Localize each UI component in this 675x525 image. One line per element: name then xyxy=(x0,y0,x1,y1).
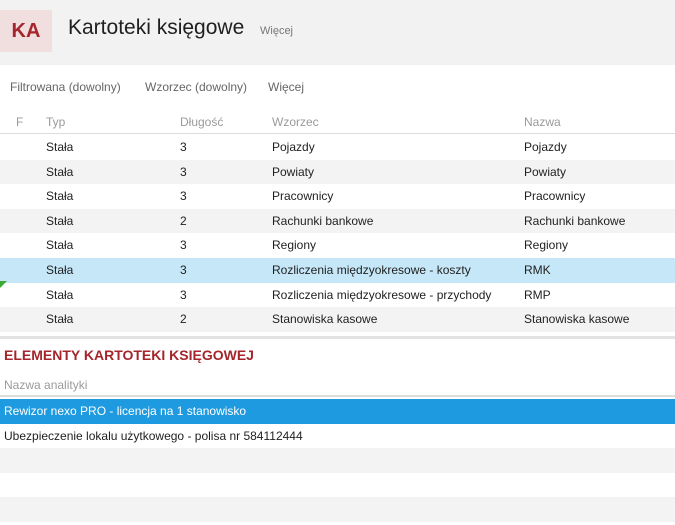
page-title: Kartoteki księgowe xyxy=(68,16,245,39)
filter-bar: Filtrowana (dowolny) Wzorzec (dowolny) W… xyxy=(0,76,675,98)
pattern-dropdown[interactable]: Wzorzec (dowolny) xyxy=(145,80,247,94)
cell-wzorzec: Rachunki bankowe xyxy=(272,213,374,228)
table-row[interactable]: Stała 3 Pracownicy Pracownicy xyxy=(0,184,675,209)
column-header-f[interactable]: F xyxy=(16,115,23,129)
grid-body: Stała 3 Pojazdy Pojazdy Stała 3 Powiaty … xyxy=(0,135,675,332)
cell-typ: Stała xyxy=(46,262,74,277)
cell-nazwa: Pojazdy xyxy=(524,140,567,154)
cell-dlugosc: 2 xyxy=(180,312,187,327)
grid-header: F Typ Długość Wzorzec Nazwa xyxy=(0,110,675,134)
cell-dlugosc: 3 xyxy=(180,189,187,204)
list-item-empty[interactable] xyxy=(0,473,675,498)
column-header-wzorzec[interactable]: Wzorzec xyxy=(272,115,319,129)
cell-typ: Stała xyxy=(46,312,74,327)
page-header: KA Kartoteki księgowe Więcej xyxy=(0,0,675,65)
table-row-selected[interactable]: Stała 3 Rozliczenia międzyokresowe - kos… xyxy=(0,257,675,283)
section-divider[interactable] xyxy=(0,336,675,339)
list-item-empty[interactable] xyxy=(0,448,675,473)
list-item[interactable]: Ubezpieczenie lokalu użytkowego - polisa… xyxy=(0,424,675,449)
cell-dlugosc: 3 xyxy=(180,287,187,302)
cell-typ: Stała xyxy=(46,238,74,253)
cell-nazwa: Rachunki bankowe xyxy=(524,213,626,228)
table-row[interactable]: Stała 2 Stanowiska kasowe Stanowiska kas… xyxy=(0,307,675,332)
table-row[interactable]: Stała 3 Pojazdy Pojazdy xyxy=(0,135,675,160)
cell-dlugosc: 3 xyxy=(180,262,187,277)
list-item-empty xyxy=(0,497,675,522)
cell-nazwa-analityki: Ubezpieczenie lokalu użytkowego - polisa… xyxy=(4,428,303,443)
header-more-link[interactable]: Więcej xyxy=(260,25,293,37)
elements-grid-body: Rewizor nexo PRO - licencja na 1 stanowi… xyxy=(0,399,675,522)
column-header-nazwa-analityki[interactable]: Nazwa analityki xyxy=(4,378,87,392)
cell-wzorzec: Pojazdy xyxy=(272,140,315,154)
cell-nazwa-analityki: Rewizor nexo PRO - licencja na 1 stanowi… xyxy=(4,404,247,418)
list-item-selected[interactable]: Rewizor nexo PRO - licencja na 1 stanowi… xyxy=(0,399,675,424)
cell-wzorzec: Pracownicy xyxy=(272,189,334,204)
column-header-dlugosc[interactable]: Długość xyxy=(180,115,223,129)
cell-wzorzec: Powiaty xyxy=(272,164,315,179)
cell-typ: Stała xyxy=(46,164,74,179)
filter-more-link[interactable]: Więcej xyxy=(268,80,304,94)
column-header-nazwa[interactable]: Nazwa xyxy=(524,115,561,129)
column-header-typ[interactable]: Typ xyxy=(46,115,65,129)
filter-dropdown[interactable]: Filtrowana (dowolny) xyxy=(10,80,121,94)
cell-typ: Stała xyxy=(46,213,74,228)
cell-nazwa: Pracownicy xyxy=(524,189,586,204)
cell-dlugosc: 3 xyxy=(180,238,187,253)
table-row[interactable]: Stała 3 Regiony Regiony xyxy=(0,233,675,258)
cell-dlugosc: 2 xyxy=(180,213,187,228)
elements-grid-header: Nazwa analityki xyxy=(0,373,675,397)
cell-typ: Stała xyxy=(46,189,74,204)
cell-wzorzec: Regiony xyxy=(272,238,317,253)
cell-typ: Stała xyxy=(46,140,74,154)
cell-dlugosc: 3 xyxy=(180,140,187,154)
table-row[interactable]: Stała 3 Rozliczenia międzyokresowe - prz… xyxy=(0,283,675,308)
cell-wzorzec: Rozliczenia międzyokresowe - przychody xyxy=(272,287,492,302)
table-row[interactable]: Stała 3 Powiaty Powiaty xyxy=(0,159,675,185)
cell-nazwa: RMK xyxy=(524,262,551,277)
cell-nazwa: RMP xyxy=(524,287,551,302)
cell-wzorzec: Stanowiska kasowe xyxy=(272,312,378,327)
row-marker-icon xyxy=(0,281,7,288)
cell-dlugosc: 3 xyxy=(180,164,187,179)
module-badge: KA xyxy=(0,10,52,52)
cell-nazwa: Stanowiska kasowe xyxy=(524,312,630,327)
cell-nazwa: Powiaty xyxy=(524,164,567,179)
cell-wzorzec: Rozliczenia międzyokresowe - koszty xyxy=(272,262,471,277)
table-row[interactable]: Stała 2 Rachunki bankowe Rachunki bankow… xyxy=(0,208,675,234)
cell-typ: Stała xyxy=(46,287,74,302)
section-title: ELEMENTY KARTOTEKI KSIĘGOWEJ xyxy=(4,347,254,363)
cell-nazwa: Regiony xyxy=(524,238,569,253)
